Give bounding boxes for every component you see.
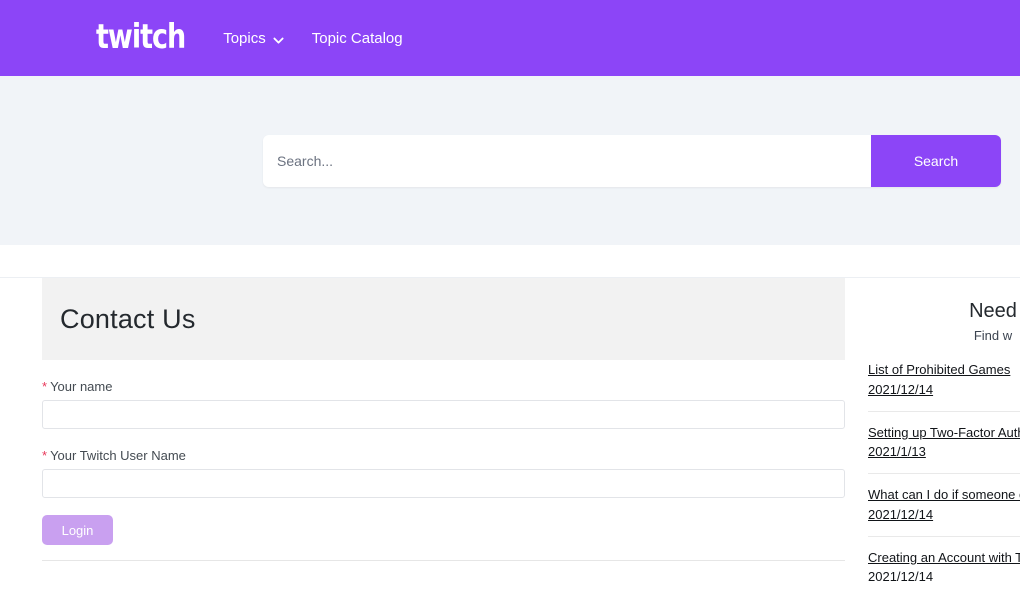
label-twitch-user-name: * Your Twitch User Name — [42, 448, 845, 463]
article-date[interactable]: 2021/12/14 — [868, 567, 1020, 587]
nav-item-topics[interactable]: Topics — [209, 30, 298, 47]
sidebar-subtitle: Find w — [973, 328, 1013, 343]
list-item: Setting up Two-Factor Authe 2021/1/13 — [868, 423, 1020, 475]
help-sidebar: Need Find w List of Prohibited Games 202… — [868, 278, 1020, 602]
field-group-twitch-user-name: * Your Twitch User Name — [42, 448, 845, 498]
article-link[interactable]: What can I do if someone el — [868, 485, 1020, 505]
required-asterisk-icon: * — [42, 379, 48, 394]
list-item: What can I do if someone el 2021/12/14 — [868, 485, 1020, 537]
search-section: Search — [0, 76, 1020, 245]
field-group-your-name: * Your name — [42, 379, 845, 429]
login-button[interactable]: Login — [42, 515, 113, 545]
article-date[interactable]: 2021/1/13 — [868, 442, 1020, 462]
main-navigation: Topics Topic Catalog — [209, 30, 416, 47]
article-date[interactable]: 2021/12/14 — [868, 380, 1020, 400]
nav-item-topic-catalog[interactable]: Topic Catalog — [298, 30, 417, 47]
content-divider — [42, 560, 845, 561]
contact-panel-heading: Contact Us — [42, 278, 845, 360]
article-link[interactable]: Creating an Account with Tw — [868, 548, 1020, 568]
label-your-name: * Your name — [42, 379, 845, 394]
sidebar-title: Need — [969, 300, 1017, 322]
your-name-input[interactable] — [42, 400, 845, 429]
chevron-down-icon — [273, 33, 284, 44]
main-content: Contact Us * Your name * Your Twitch User … — [0, 278, 1020, 602]
article-date[interactable]: 2021/12/14 — [868, 505, 1020, 525]
breadcrumb-bar — [0, 245, 1020, 278]
search-button[interactable]: Search — [871, 134, 1001, 187]
nav-item-label: Topics — [223, 29, 266, 47]
required-asterisk-icon: * — [42, 448, 48, 463]
article-link[interactable]: List of Prohibited Games — [868, 360, 1020, 380]
twitch-logo[interactable]: twitch — [96, 21, 186, 55]
label-text: Your name — [50, 379, 113, 394]
contact-form-column: Contact Us * Your name * Your Twitch User … — [42, 278, 845, 545]
page-title: Contact Us — [60, 303, 196, 334]
list-item: Creating an Account with Tw 2021/12/14 — [868, 548, 1020, 599]
search-bar: Search — [263, 134, 1001, 187]
twitch-user-name-input[interactable] — [42, 469, 845, 498]
nav-item-label: Topic Catalog — [311, 29, 403, 47]
article-list: List of Prohibited Games 2021/12/14 Sett… — [868, 360, 1020, 599]
search-input[interactable] — [263, 134, 871, 187]
list-item: List of Prohibited Games 2021/12/14 — [868, 360, 1020, 412]
site-header: twitch Topics Topic Catalog — [0, 0, 1020, 76]
article-link[interactable]: Setting up Two-Factor Authe — [868, 423, 1020, 443]
label-text: Your Twitch User Name — [50, 448, 186, 463]
